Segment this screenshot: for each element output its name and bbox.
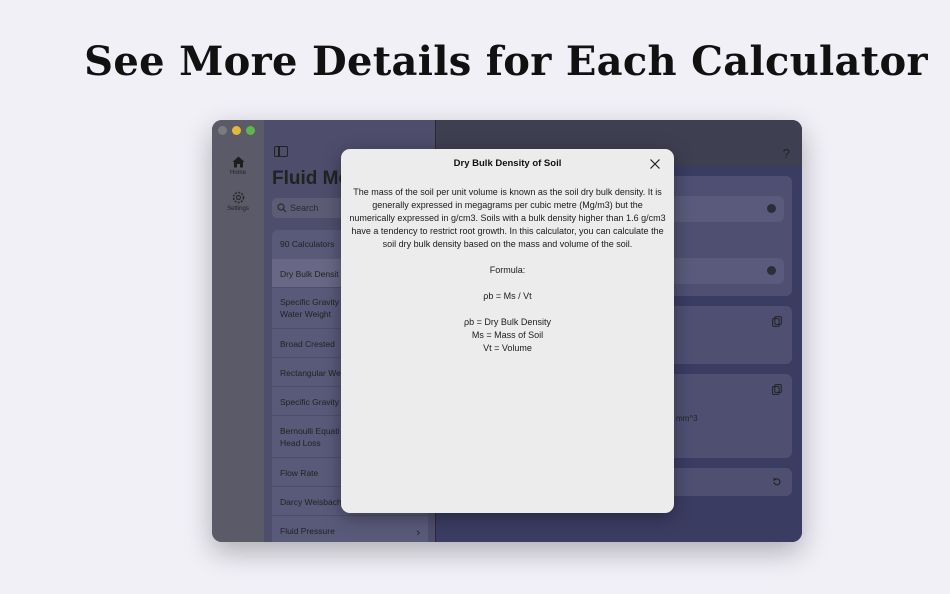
search-placeholder: Search — [290, 203, 319, 213]
list-item-label: Broad Crested — [280, 339, 335, 349]
formula-label: Formula: — [489, 265, 526, 275]
list-item-label: Flow Rate — [280, 468, 319, 478]
list-item-label: Dry Bulk Densit — [280, 269, 339, 279]
close-icon[interactable] — [648, 157, 662, 171]
nav-rail: Home Settings — [212, 120, 264, 542]
close-window-button[interactable] — [218, 126, 227, 135]
copy-icon[interactable] — [772, 384, 782, 395]
dialog-description: The mass of the soil per unit volume is … — [349, 187, 666, 249]
page-headline: See More Details for Each Calculator — [84, 38, 928, 85]
list-item-label: Specific Gravity — [280, 397, 340, 407]
rail-home-label: Home — [229, 170, 246, 176]
dialog-title: Dry Bulk Density of Soil — [453, 158, 562, 169]
search-icon — [277, 203, 287, 213]
zoom-window-button[interactable] — [246, 126, 255, 135]
formula-legend-line: Vt = Volume — [483, 343, 532, 353]
list-item-label: Rectangular We — [280, 368, 341, 378]
rail-settings-label: Settings — [227, 206, 249, 212]
sidebar-toggle-icon[interactable] — [274, 146, 288, 157]
list-item-label: Fluid Pressure — [280, 526, 335, 536]
sidebar-title: Fluid Me — [272, 168, 350, 189]
list-item-label: 90 Calculators — [280, 239, 335, 249]
result-unit: mm^3 — [676, 414, 698, 423]
house-icon — [232, 156, 244, 168]
clear-icon[interactable] — [767, 266, 776, 275]
list-item[interactable]: Fluid Pressure › — [272, 515, 428, 542]
formula-legend-line: Ms = Mass of Soil — [471, 330, 544, 340]
reset-icon[interactable] — [772, 477, 782, 487]
formula-legend-line: ρb = Dry Bulk Density — [464, 317, 551, 327]
details-dialog: Dry Bulk Density of Soil The mass of the… — [341, 149, 674, 513]
chevron-right-icon: › — [416, 527, 420, 539]
rail-item-settings[interactable]: Settings — [212, 191, 264, 212]
dialog-body: The mass of the soil per unit volume is … — [349, 186, 666, 355]
formula-text: ρb = Ms / Vt — [483, 291, 532, 301]
list-item-label: Darcy Weisbach — [280, 497, 342, 507]
minimize-window-button[interactable] — [232, 126, 241, 135]
rail-item-home[interactable]: Home — [212, 156, 264, 176]
gear-icon — [232, 191, 244, 204]
copy-icon[interactable] — [772, 316, 782, 327]
clear-icon[interactable] — [767, 204, 776, 213]
help-button[interactable]: ? — [783, 146, 790, 161]
